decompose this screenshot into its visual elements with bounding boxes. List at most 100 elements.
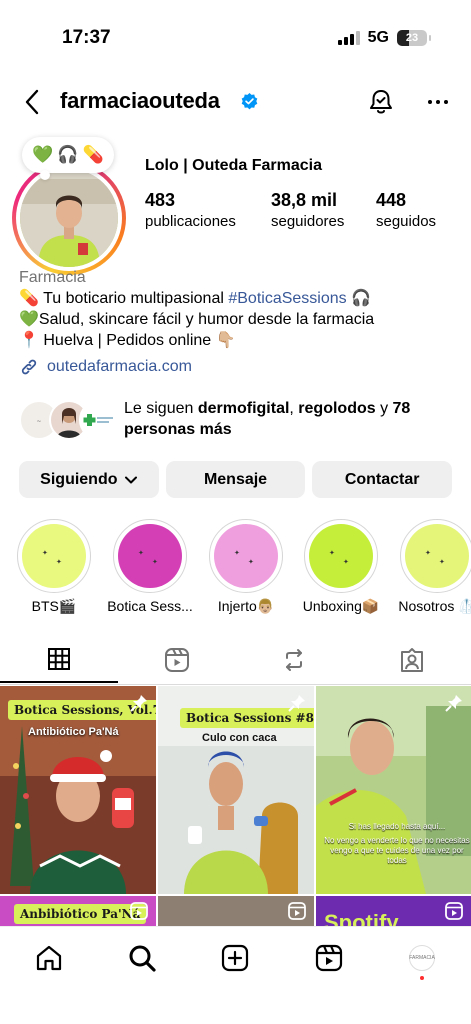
post-title: Spotify [324, 910, 399, 926]
post-thumbnail[interactable] [158, 896, 314, 926]
profile-avatar[interactable] [12, 161, 126, 275]
post-subtitle: Culo con caca [202, 732, 277, 744]
battery-level: 23 [405, 32, 419, 44]
profile-full-name: Lolo | Outeda Farmacia [145, 157, 322, 174]
create-post-icon[interactable] [220, 943, 250, 973]
followed-by-text: Le siguen dermofigital, regolodos y 78 p… [124, 400, 411, 438]
signal-icon [337, 31, 360, 45]
following-button[interactable]: Siguiendo [19, 461, 159, 498]
stat-following[interactable]: 448 seguidos [376, 190, 456, 230]
post-subtitle: Antibiótico Pa'Ná [28, 726, 119, 738]
stat-value: 448 [376, 190, 407, 210]
highlight-item[interactable]: BTS🎬 [15, 519, 93, 615]
highlight-label: BTS🎬 [31, 598, 77, 614]
bell-icon [370, 90, 392, 114]
link-icon [21, 359, 37, 375]
reels-icon [288, 902, 306, 920]
highlight-ring [209, 519, 283, 593]
stat-label: seguidores [271, 213, 345, 230]
highlight-cover [22, 524, 86, 588]
profile-note[interactable]: 💚 🎧 💊 [22, 137, 114, 180]
message-button[interactable]: Mensaje [165, 461, 306, 498]
highlight-label: Botica Sess... [107, 598, 193, 614]
tab-posts-grid[interactable] [0, 637, 118, 683]
tab-tagged[interactable] [353, 637, 471, 683]
dot-icon [436, 100, 440, 104]
status-indicators: 5G 23 [337, 29, 431, 47]
follower-name[interactable]: regolodos [298, 400, 375, 417]
profile-website-link[interactable]: outedafarmacia.com [19, 357, 192, 377]
svg-text:~: ~ [36, 418, 41, 425]
follower-avatar [79, 400, 119, 440]
posts-grid: Botica Sessions, Vol.7 Antibiótico Pa'Ná… [0, 686, 471, 926]
bio-text: 💊 Tu boticario multipasional [19, 290, 229, 307]
profile-tab-avatar[interactable]: FARMACIA [409, 945, 435, 971]
profile-stats: 483 publicaciones 38,8 mil seguidores 44… [145, 190, 456, 230]
reels-icon [164, 648, 189, 672]
stat-value: 38,8 mil [271, 190, 338, 210]
profile-actions: Siguiendo Mensaje Contactar [19, 461, 453, 498]
followed-by[interactable]: ~ Le siguen dermofigital, regolodos y 78… [19, 398, 459, 442]
tab-reels[interactable] [118, 637, 236, 683]
more-options-button[interactable] [424, 88, 452, 116]
highlight-ring [304, 519, 378, 593]
pin-icon [130, 695, 147, 712]
hashtag-link[interactable]: #BoticaSessions [228, 290, 346, 307]
pin-icon [445, 695, 462, 712]
post-caption: No vengo a venderte lo que no necesitas … [324, 836, 470, 865]
home-icon[interactable] [34, 943, 64, 973]
post-thumbnail[interactable]: Botica Sessions, Vol.7 Antibiótico Pa'Ná [0, 686, 156, 894]
website-url: outedafarmacia.com [47, 358, 192, 375]
reels-icon [445, 902, 463, 920]
post-thumbnail[interactable]: Si has llegado hasta aquí... No vengo a … [316, 686, 471, 894]
tab-reposts[interactable] [236, 637, 354, 683]
contact-button[interactable]: Contactar [312, 461, 453, 498]
post-thumbnail[interactable]: Anbibiótico Pa'Ná [0, 896, 156, 926]
stat-followers[interactable]: 38,8 mil seguidores [271, 190, 376, 230]
repost-icon [286, 649, 303, 671]
profile-bio: Farmacia 💊 Tu boticario multipasional #B… [19, 267, 459, 351]
bottom-navigation: FARMACIA [0, 926, 471, 1024]
bio-text: 🎧 [346, 290, 372, 307]
profile-category: Farmacia [19, 269, 86, 286]
avatar-photo [20, 169, 118, 267]
highlight-item[interactable]: Nosotros 🥼 [398, 519, 471, 615]
note-emoji: 🎧 [57, 145, 79, 164]
highlight-label: Unboxing📦 [302, 598, 380, 614]
back-button[interactable] [18, 86, 46, 118]
post-title: Anbibiótico Pa'Ná [14, 904, 147, 924]
bio-line: 📍 Huelva | Pedidos online 👇🏼 [19, 332, 236, 349]
story-highlights: BTS🎬 Botica Sess... Injerto👨🏼 Unboxing📦 … [0, 519, 471, 619]
dot-icon [428, 100, 432, 104]
pin-icon [288, 695, 305, 712]
chevron-left-icon [25, 89, 39, 115]
note-emoji: 💚 [32, 145, 54, 164]
profile-tabs [0, 637, 471, 685]
battery-icon: 23 [397, 30, 431, 46]
profile-username: farmaciaouteda [60, 88, 220, 113]
stat-posts[interactable]: 483 publicaciones [145, 190, 271, 230]
highlight-item[interactable]: Unboxing📦 [302, 519, 380, 615]
highlight-item[interactable]: Injerto👨🏼 [207, 519, 285, 615]
post-caption: Si has llegado hasta aquí... [348, 822, 446, 831]
status-time: 17:37 [62, 27, 111, 48]
chevron-down-icon [124, 476, 137, 483]
highlight-ring [113, 519, 187, 593]
highlight-cover [405, 524, 469, 588]
post-thumbnail[interactable]: Botica Sessions #8 Culo con caca [158, 686, 314, 894]
network-label: 5G [367, 29, 389, 46]
highlight-label: Nosotros 🥼 [398, 598, 471, 614]
reels-icon[interactable] [314, 943, 344, 973]
stat-value: 483 [145, 190, 176, 210]
grid-icon [47, 648, 70, 670]
stat-label: seguidos [376, 213, 437, 230]
search-icon[interactable] [127, 943, 157, 973]
reels-icon [130, 902, 148, 920]
follower-name[interactable]: dermofigital [198, 400, 290, 417]
highlight-label: Injerto👨🏼 [217, 598, 275, 614]
highlight-item[interactable]: Botica Sess... [107, 519, 193, 614]
post-thumbnail[interactable]: Spotify [316, 896, 471, 926]
highlight-cover [309, 524, 373, 588]
avatar-text: FARMACIA [409, 955, 435, 961]
notifications-button[interactable] [366, 87, 396, 117]
